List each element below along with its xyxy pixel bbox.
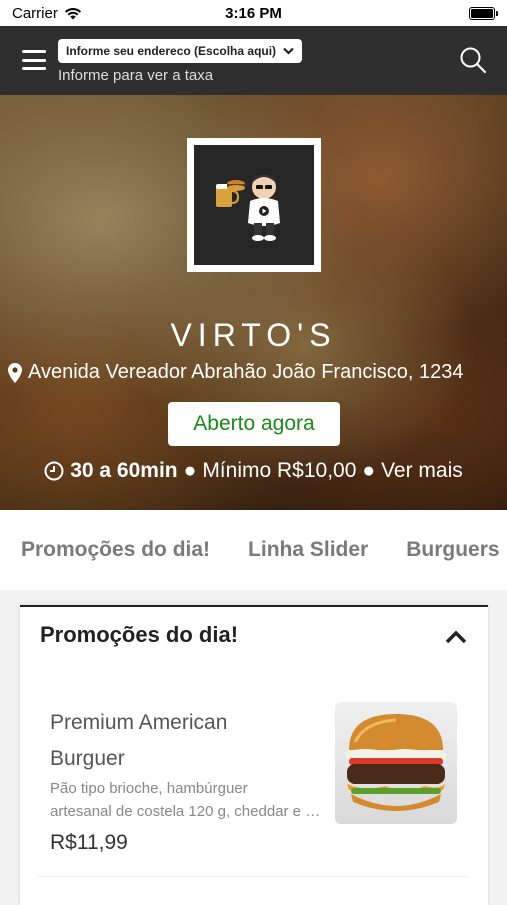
clock-icon [44,461,64,481]
status-bar: Carrier 3:16 PM [0,0,507,26]
address-select-label: Informe seu endereco (Escolha aqui) [66,44,277,58]
address-select[interactable]: Informe seu endereco (Escolha aqui) [58,39,302,63]
app-header: Informe seu endereco (Escolha aqui) Info… [0,26,507,95]
search-icon[interactable] [459,46,487,74]
burger-image [335,702,457,824]
menu-item-price: R$11,99 [50,831,128,854]
see-more-link[interactable]: Ver mais [381,459,463,483]
store-info-row: 30 a 60min ● Mínimo R$10,00 ● Ver mais [0,459,507,483]
menu-item[interactable]: Premium American Burguer Pão tipo brioch… [38,687,468,877]
store-address-text: Avenida Vereador Abrahão João Francisco,… [28,361,464,383]
chevron-down-icon [283,47,294,55]
separator-dot: ● [362,459,376,482]
separator-dot: ● [183,459,197,482]
carrier-label: Carrier [12,4,58,22]
open-status-badge: Aberto agora [168,402,340,446]
menu-section-card: Promoções do dia! Premium American Burgu… [20,605,488,905]
wifi-icon [64,7,81,19]
category-tabs: Promoções do dia! Linha Slider Burguers [0,510,507,590]
store-hero: VIRTO'S Avenida Vereador Abrahão João Fr… [0,95,507,510]
store-name: VIRTO'S [170,317,337,353]
store-logo [187,138,321,272]
section-title: Promoções do dia! [40,622,239,647]
battery-icon [469,6,498,20]
menu-item-description: Pão tipo brioche, hambúrguer artesanal d… [50,780,322,820]
delivery-time: 30 a 60min [70,459,178,482]
minimum-order: Mínimo R$10,00 [202,459,357,482]
burger-photo-icon [345,714,447,811]
tab-promocoes[interactable]: Promoções do dia! [21,538,210,562]
location-pin-icon [8,362,22,383]
tab-burguers[interactable]: Burguers [406,538,499,562]
tab-linha-slider[interactable]: Linha Slider [248,538,368,562]
mascot-logo-icon [216,175,280,241]
status-left: Carrier [12,5,82,22]
chevron-up-icon[interactable] [444,627,468,647]
hamburger-menu-icon[interactable] [22,50,46,70]
store-address[interactable]: Avenida Vereador Abrahão João Francisco,… [8,361,499,384]
address-hint: Informe para ver a taxa [58,67,214,84]
menu-item-name: Premium American Burguer [50,711,228,770]
